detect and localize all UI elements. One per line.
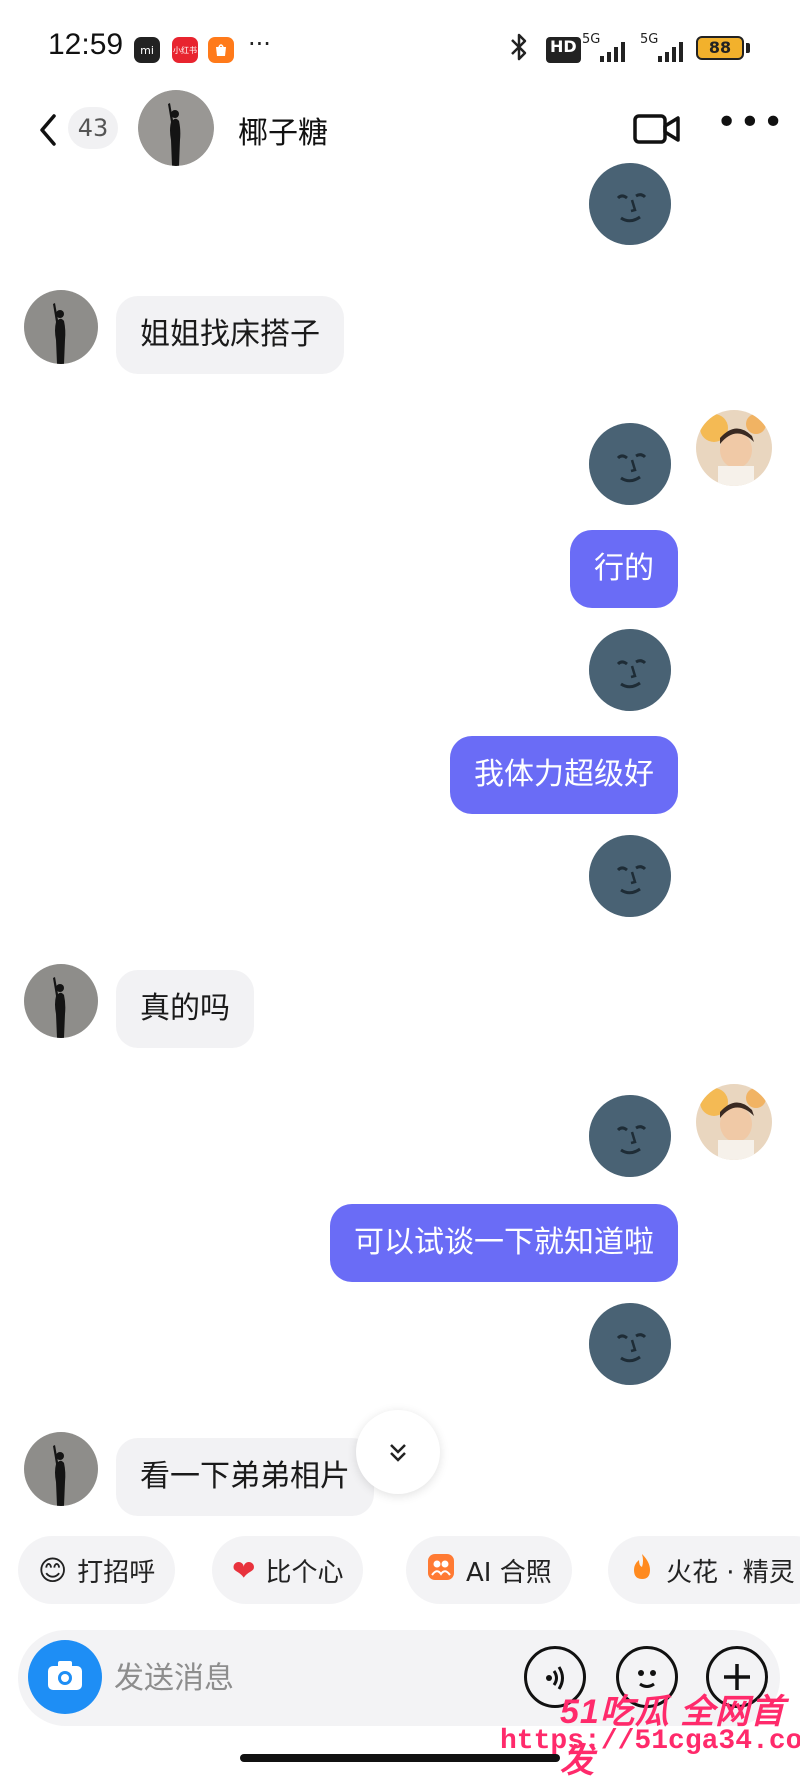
more-options-icon[interactable]: •••	[716, 102, 786, 143]
message-bubble-received[interactable]: 看一下弟弟相片	[116, 1438, 374, 1516]
camera-icon	[48, 1661, 82, 1690]
quick-reply-label: 比个心	[265, 1557, 344, 1588]
quick-reply-ai-photo[interactable]: AI 合照	[406, 1536, 572, 1604]
quick-reply-label: AI 合照	[466, 1557, 552, 1588]
taobao-app-icon	[208, 37, 234, 63]
quick-reply-label: 打招呼	[77, 1557, 156, 1588]
quick-reply-bar: 😊 打招呼 ❤ 比个心 AI 合照 火花 · 精灵	[0, 1536, 800, 1612]
my-avatar[interactable]	[696, 410, 772, 486]
moon-face-sticker[interactable]	[588, 834, 672, 918]
contact-name[interactable]: 椰子糖	[238, 108, 328, 152]
home-indicator[interactable]	[240, 1754, 560, 1762]
my-avatar[interactable]	[696, 1084, 772, 1160]
message-bubble-sent[interactable]: 我体力超级好	[450, 736, 678, 814]
contact-message-avatar[interactable]	[24, 290, 98, 364]
quick-reply-label: 火花 · 精灵	[666, 1557, 795, 1588]
hd-badge: HD	[546, 37, 581, 63]
mi-app-icon: mi	[134, 37, 160, 63]
watermark-url: https://51cga34.com	[500, 1726, 800, 1757]
flame-icon	[628, 1552, 656, 1589]
double-chevron-down-icon	[390, 1443, 406, 1462]
status-time: 12:59	[48, 28, 124, 61]
video-call-icon[interactable]	[632, 112, 682, 146]
contact-avatar[interactable]	[138, 90, 214, 166]
message-bubble-sent[interactable]: 可以试谈一下就知道啦	[330, 1204, 678, 1282]
bluetooth-icon	[508, 32, 530, 69]
moon-face-sticker[interactable]	[588, 422, 672, 506]
wave-emoji-icon: 😊	[38, 1553, 68, 1587]
battery-indicator: 88	[696, 36, 744, 60]
message-bubble-received[interactable]: 姐姐找床搭子	[116, 296, 344, 374]
back-chevron-icon[interactable]	[36, 110, 60, 160]
contact-message-avatar[interactable]	[24, 1432, 98, 1506]
ai-photo-icon	[426, 1552, 456, 1589]
quick-reply-wave[interactable]: 😊 打招呼	[18, 1536, 176, 1604]
moon-face-sticker[interactable]	[588, 162, 672, 246]
network-label: 5G	[582, 32, 601, 47]
chat-header: 43 椰子糖 •••	[0, 88, 800, 178]
moon-face-sticker[interactable]	[588, 1094, 672, 1178]
heart-icon: ❤	[232, 1553, 256, 1587]
scroll-to-bottom-button[interactable]	[356, 1410, 440, 1494]
more-notifications-icon: ···	[248, 30, 271, 58]
quick-reply-spark[interactable]: 火花 · 精灵	[608, 1536, 800, 1604]
moon-face-sticker[interactable]	[588, 628, 672, 712]
unread-count-badge[interactable]: 43	[68, 107, 118, 149]
network-label: 5G	[640, 32, 659, 47]
message-input[interactable]	[114, 1654, 494, 1702]
xiaohongshu-app-icon: 小红书	[172, 37, 198, 63]
battery-tip	[746, 43, 750, 53]
contact-message-avatar[interactable]	[24, 964, 98, 1038]
moon-face-sticker[interactable]	[588, 1302, 672, 1386]
message-bubble-sent[interactable]: 行的	[570, 530, 678, 608]
camera-button[interactable]	[28, 1640, 102, 1714]
message-bubble-received[interactable]: 真的吗	[116, 970, 254, 1048]
quick-reply-heart[interactable]: ❤ 比个心	[212, 1536, 364, 1604]
status-bar: 12:59 mi 小红书 ··· HD 5G 5G 88	[0, 0, 800, 90]
